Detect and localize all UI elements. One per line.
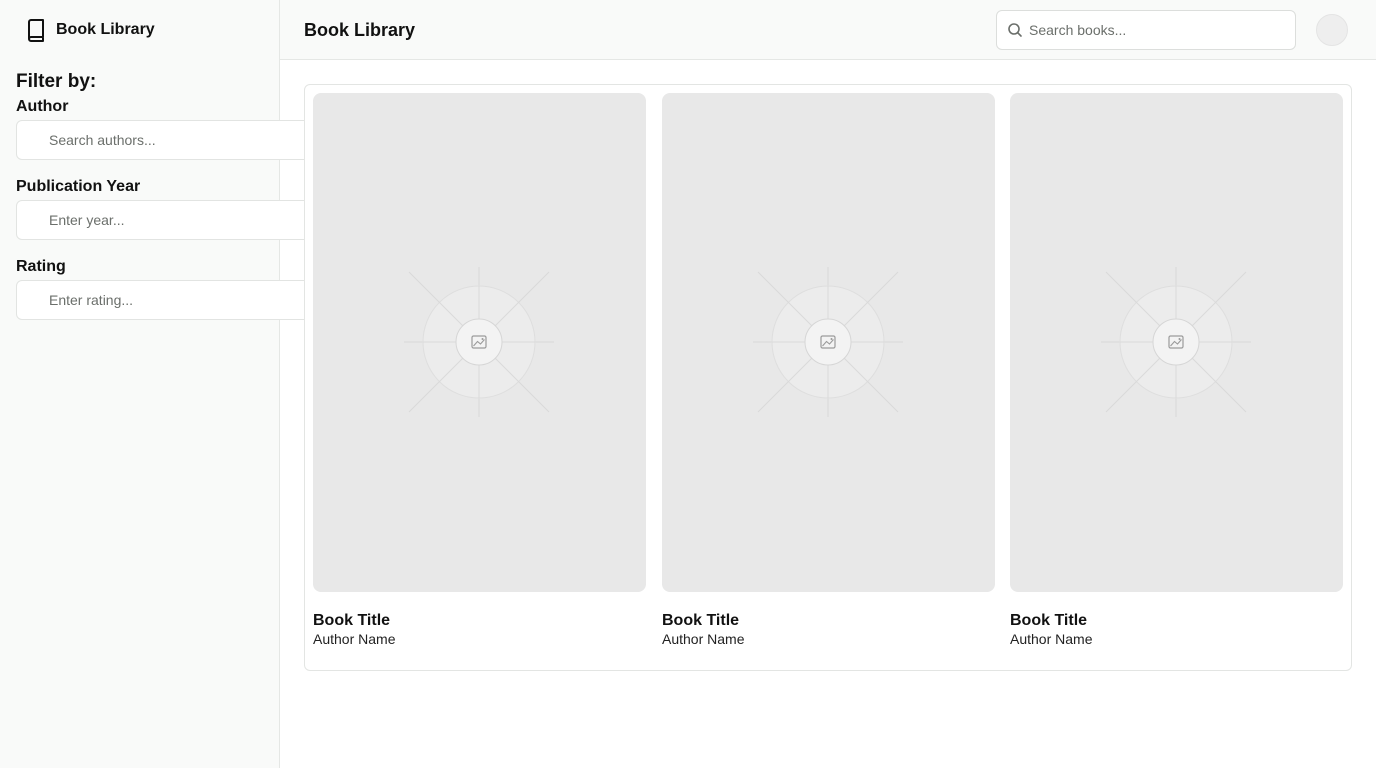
author-filter-input[interactable] bbox=[16, 120, 314, 160]
brand[interactable]: Book Library bbox=[26, 18, 155, 42]
book-cover[interactable] bbox=[662, 93, 995, 592]
year-filter-input[interactable] bbox=[16, 200, 314, 240]
search-box[interactable] bbox=[996, 10, 1296, 50]
avatar[interactable] bbox=[1316, 14, 1348, 46]
book-cover[interactable] bbox=[313, 93, 646, 592]
book-author: Author Name bbox=[313, 631, 396, 647]
filter-rating-label: Rating bbox=[16, 258, 66, 275]
book-grid: Book Title Author Name Book Title Author… bbox=[304, 84, 1352, 671]
top-header: Book Library bbox=[280, 0, 1376, 60]
page-title: Book Library bbox=[304, 20, 416, 40]
book-cover[interactable] bbox=[1010, 93, 1343, 592]
filter-author: Author bbox=[16, 98, 316, 160]
rating-filter-input[interactable] bbox=[16, 280, 314, 320]
book-title[interactable]: Book Title bbox=[313, 611, 646, 631]
search-icon bbox=[1007, 22, 1023, 38]
filter-heading: Filter by: bbox=[16, 71, 97, 92]
search-input[interactable] bbox=[1029, 11, 1291, 49]
book-title[interactable]: Book Title bbox=[662, 611, 995, 631]
brand-label: Book Library bbox=[56, 21, 155, 38]
image-placeholder-icon bbox=[404, 267, 554, 417]
app-root: Book Library Filter by: Author Publicati… bbox=[0, 0, 1376, 768]
book-card[interactable]: Book Title Author Name bbox=[313, 93, 646, 648]
book-author: Author Name bbox=[1010, 631, 1093, 647]
filter-year-label: Publication Year bbox=[16, 178, 141, 195]
filters-panel: Filter by: Author Publication Year Ratin… bbox=[16, 71, 316, 320]
image-placeholder-icon bbox=[753, 267, 903, 417]
book-title[interactable]: Book Title bbox=[1010, 611, 1343, 631]
filter-year: Publication Year bbox=[16, 178, 316, 240]
book-card[interactable]: Book Title Author Name bbox=[1010, 93, 1343, 648]
book-author: Author Name bbox=[662, 631, 745, 647]
sidebar: Book Library Filter by: Author Publicati… bbox=[0, 0, 314, 768]
book-icon bbox=[26, 18, 46, 42]
filter-author-label: Author bbox=[16, 98, 69, 115]
filter-rating: Rating bbox=[16, 258, 316, 320]
book-card[interactable]: Book Title Author Name bbox=[662, 93, 995, 648]
image-placeholder-icon bbox=[1101, 267, 1251, 417]
